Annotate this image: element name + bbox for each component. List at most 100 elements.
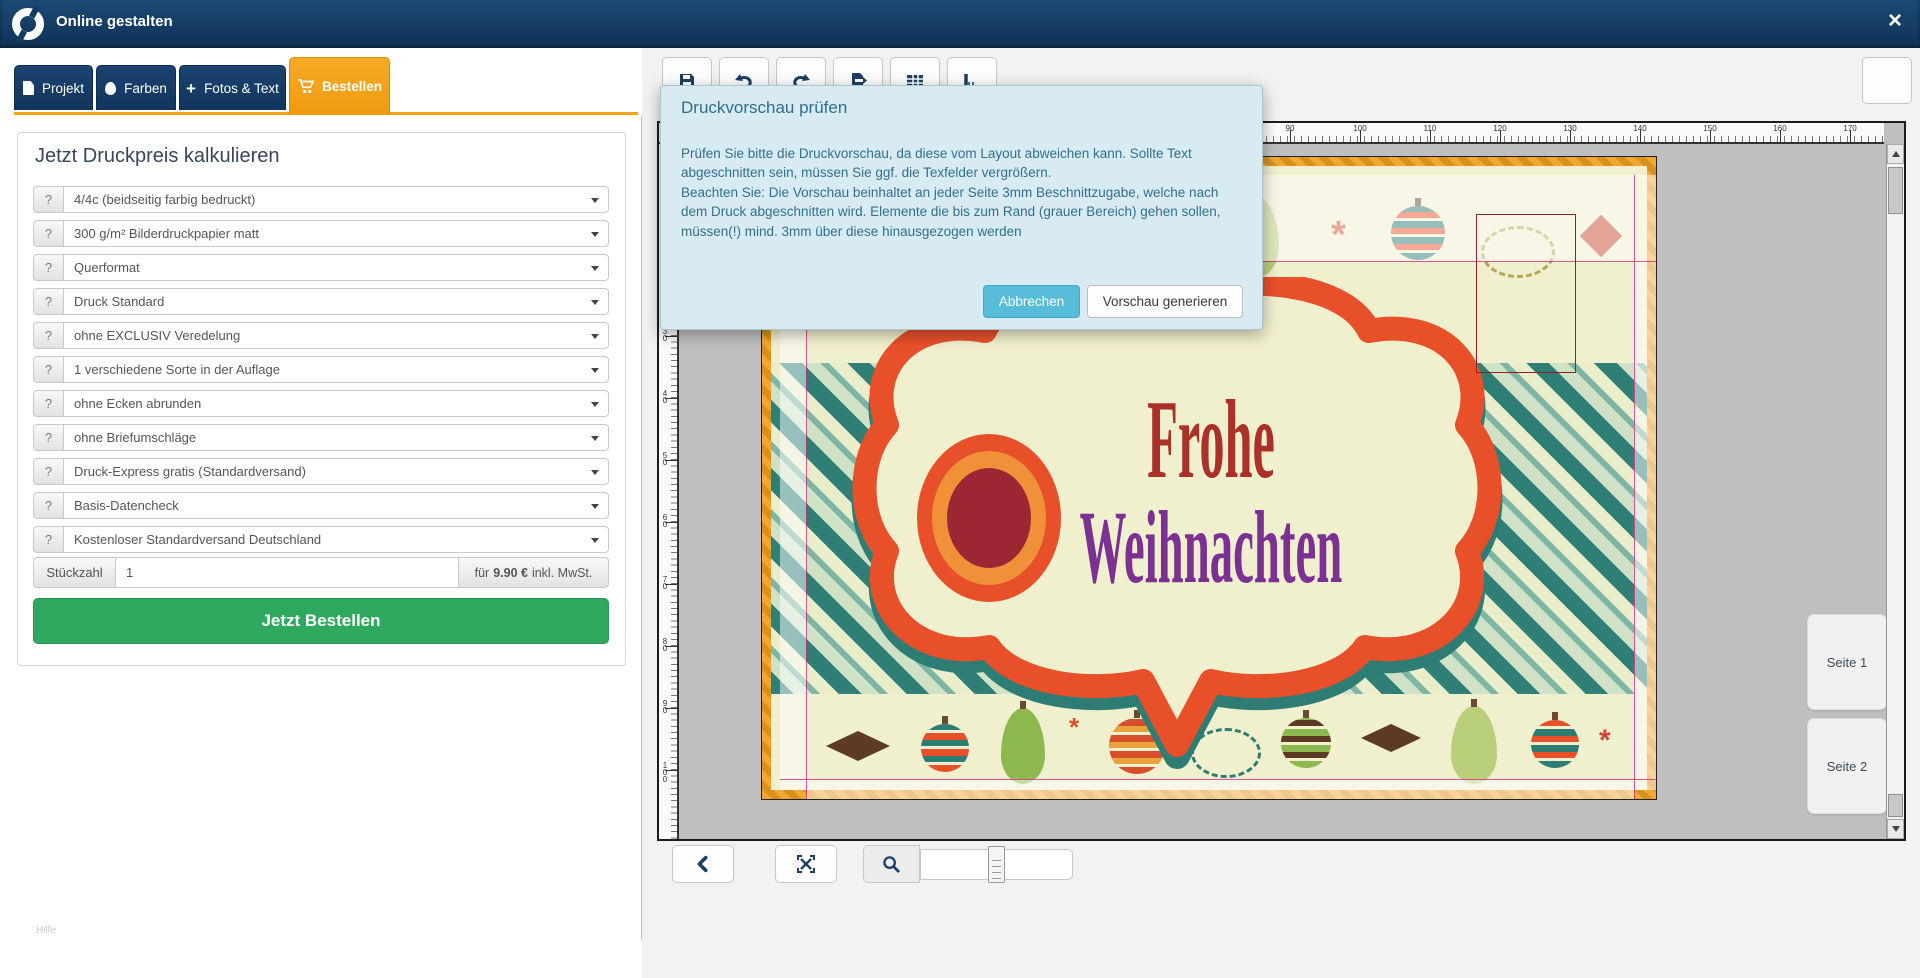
- print-preview-dialog: Druckvorschau prüfen Prüfen Sie bitte di…: [660, 85, 1263, 330]
- option-row: ? Druck-Express gratis (Standardversand): [33, 458, 609, 485]
- price-prefix: für: [475, 566, 490, 580]
- option-row: ? 1 verschiedene Sorte in der Auflage: [33, 356, 609, 383]
- option-value: Druck-Express gratis (Standardversand): [74, 464, 306, 479]
- cart-icon: [297, 79, 314, 94]
- option-value: 1 verschiedene Sorte in der Auflage: [74, 362, 280, 377]
- option-select[interactable]: Kostenloser Standardversand Deutschland: [64, 526, 609, 553]
- option-select[interactable]: ohne Briefumschläge: [64, 424, 609, 451]
- ruler-label: 120: [1493, 124, 1506, 133]
- chevron-left-icon: [695, 855, 711, 873]
- plus-icon: +: [186, 80, 196, 97]
- ornament-shape: [1531, 720, 1579, 768]
- magnifier-icon: [882, 855, 901, 874]
- help-button[interactable]: ?: [33, 356, 64, 383]
- option-select[interactable]: 1 verschiedene Sorte in der Auflage: [64, 356, 609, 383]
- chevron-down-icon: [591, 232, 599, 237]
- ruler-label: 90: [1286, 124, 1295, 133]
- fit-screen-icon: [796, 854, 816, 874]
- help-button[interactable]: ?: [33, 458, 64, 485]
- page-thumb-1[interactable]: Seite 1: [1807, 614, 1887, 710]
- application-window: Online gestalten × Projekt Farben + Foto…: [0, 0, 1920, 978]
- option-value: Basis-Datencheck: [74, 498, 179, 513]
- page-thumb-2[interactable]: Seite 2: [1807, 718, 1887, 814]
- order-button[interactable]: Jetzt Bestellen: [33, 598, 609, 644]
- help-hint: Hilfe: [36, 925, 56, 936]
- quantity-input[interactable]: [116, 557, 459, 588]
- scrollbar-thumb-lower[interactable]: [1888, 794, 1903, 817]
- help-button[interactable]: ?: [33, 424, 64, 451]
- help-button[interactable]: ?: [33, 186, 64, 213]
- help-button[interactable]: ?: [33, 492, 64, 519]
- price-calculator-panel: Jetzt Druckpreis kalkulieren ?4/4c (beid…: [17, 132, 626, 666]
- option-select[interactable]: 4/4c (beidseitig farbig bedruckt): [64, 186, 609, 213]
- help-button[interactable]: ?: [33, 288, 64, 315]
- option-value: Querformat: [74, 260, 140, 275]
- help-button[interactable]: ?: [33, 220, 64, 247]
- ruler-label: 170: [1843, 124, 1856, 133]
- ruler-label: 160: [1773, 124, 1786, 133]
- help-button[interactable]: ?: [33, 254, 64, 281]
- ruler-label: 70: [661, 576, 669, 590]
- option-row: ?ohne Ecken abrunden: [33, 390, 609, 417]
- option-row: ?Druck Standard: [33, 288, 609, 315]
- chevron-down-icon: [591, 538, 599, 543]
- scroll-up-button[interactable]: [1887, 144, 1904, 164]
- option-select[interactable]: Druck Standard: [64, 288, 609, 315]
- tab-label: Farben: [124, 81, 167, 96]
- option-value: Kostenloser Standardversand Deutschland: [74, 532, 321, 547]
- tab-projekt[interactable]: Projekt: [14, 65, 93, 110]
- bleed-guide-right: [1634, 175, 1635, 799]
- card-text-line2[interactable]: Weihnachten: [1072, 496, 1351, 600]
- chevron-down-icon: [591, 266, 599, 271]
- quantity-row: Stückzahl für 9.90 € inkl. MwSt.: [33, 557, 609, 588]
- option-row: ? Kostenloser Standardversand Deutschland: [33, 526, 609, 553]
- ruler-label: 90: [661, 700, 669, 714]
- help-button[interactable]: ?: [33, 322, 64, 349]
- tab-bestellen[interactable]: Bestellen: [289, 57, 390, 115]
- zoom-slider-handle[interactable]: [988, 846, 1005, 883]
- ruler-label: 60: [661, 514, 669, 528]
- back-button[interactable]: [672, 845, 734, 883]
- option-row: ? Basis-Datencheck: [33, 492, 609, 519]
- tab-farben[interactable]: Farben: [96, 65, 176, 110]
- generate-preview-button[interactable]: Vorschau generieren: [1087, 285, 1243, 318]
- tab-label: Bestellen: [322, 79, 382, 94]
- zoom-button[interactable]: [863, 845, 920, 883]
- price-display: für 9.90 € inkl. MwSt.: [459, 557, 609, 588]
- scrollbar-thumb[interactable]: [1888, 167, 1903, 214]
- help-button[interactable]: ?: [33, 526, 64, 553]
- ruler-label: 130: [1563, 124, 1576, 133]
- tab-fotos-text[interactable]: + Fotos & Text: [179, 65, 286, 110]
- card-text-line1[interactable]: Frohe: [1072, 384, 1351, 496]
- quantity-label: Stückzahl: [33, 557, 116, 588]
- vertical-scrollbar[interactable]: [1886, 144, 1904, 839]
- scroll-down-button[interactable]: [1887, 819, 1904, 839]
- close-icon[interactable]: ×: [1880, 6, 1910, 36]
- bleed-overlay-right: [1634, 261, 1656, 790]
- option-row: ?ohne Briefumschläge: [33, 424, 609, 451]
- tab-label: Fotos & Text: [204, 81, 279, 96]
- panel-divider: [641, 116, 642, 940]
- option-select[interactable]: Basis-Datencheck: [64, 492, 609, 519]
- option-select[interactable]: ohne Ecken abrunden: [64, 390, 609, 417]
- chevron-down-icon: [591, 402, 599, 407]
- document-icon: [23, 81, 34, 95]
- chevron-down-icon: [591, 368, 599, 373]
- option-row: ? Querformat: [33, 254, 609, 281]
- help-button[interactable]: ?: [33, 390, 64, 417]
- cancel-button[interactable]: Abbrechen: [983, 285, 1080, 318]
- option-select[interactable]: ohne EXCLUSIV Veredelung: [64, 322, 609, 349]
- ornament-shape: *: [1599, 726, 1611, 756]
- option-select[interactable]: Druck-Express gratis (Standardversand): [64, 458, 609, 485]
- option-row: ?4/4c (beidseitig farbig bedruckt): [33, 186, 609, 213]
- arrow-down-icon: [1892, 826, 1900, 832]
- option-row: ?300 g/m² Bilderdruckpapier matt: [33, 220, 609, 247]
- ruler-label: 140: [1633, 124, 1646, 133]
- option-select[interactable]: Querformat: [64, 254, 609, 281]
- dialog-title: Druckvorschau prüfen: [681, 98, 847, 118]
- chevron-down-icon: [591, 470, 599, 475]
- object-selection-rect[interactable]: [1476, 214, 1576, 373]
- option-select[interactable]: 300 g/m² Bilderdruckpapier matt: [64, 220, 609, 247]
- extra-toolbar-button[interactable]: [1862, 57, 1912, 104]
- fit-to-screen-button[interactable]: [775, 845, 837, 883]
